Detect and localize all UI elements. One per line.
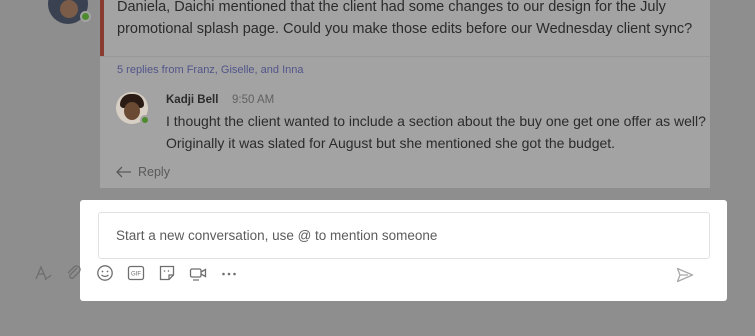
teams-channel-view: Daniela, Daichi mentioned that the clien… bbox=[0, 0, 755, 336]
reply-message-text: I thought the client wanted to include a… bbox=[166, 113, 706, 151]
reply-timestamp: 9:50 AM bbox=[232, 94, 275, 106]
important-accent-bar bbox=[100, 0, 104, 56]
reply-button-label: Reply bbox=[138, 165, 170, 179]
replies-summary-link[interactable]: 5 replies from Franz, Giselle, and Inna bbox=[117, 64, 303, 76]
compose-box bbox=[80, 200, 727, 301]
reply-button[interactable]: Reply bbox=[116, 165, 170, 179]
attach-icon[interactable] bbox=[65, 264, 83, 282]
gif-icon[interactable]: GIF bbox=[127, 264, 145, 282]
sticker-icon[interactable] bbox=[158, 264, 176, 282]
new-conversation-input[interactable] bbox=[98, 212, 710, 259]
presence-available-icon bbox=[80, 11, 91, 22]
send-icon[interactable] bbox=[676, 267, 694, 283]
reply-author-name[interactable]: Kadji Bell bbox=[166, 94, 218, 106]
more-options-icon[interactable] bbox=[220, 264, 238, 282]
gif-label: GIF bbox=[131, 272, 141, 278]
meet-now-icon[interactable] bbox=[189, 264, 207, 282]
emoji-icon[interactable] bbox=[96, 264, 114, 282]
parent-message-text: Daniela, Daichi mentioned that the clien… bbox=[117, 0, 702, 40]
parent-message-line-2: promotional splash page. Could you make … bbox=[117, 21, 693, 37]
divider bbox=[100, 56, 710, 57]
reply-arrow-icon bbox=[116, 166, 131, 178]
format-icon[interactable] bbox=[34, 264, 52, 282]
presence-available-icon bbox=[140, 115, 150, 125]
parent-message-line-1: Daniela, Daichi mentioned that the clien… bbox=[117, 0, 666, 15]
compose-toolbar: GIF bbox=[34, 264, 251, 282]
